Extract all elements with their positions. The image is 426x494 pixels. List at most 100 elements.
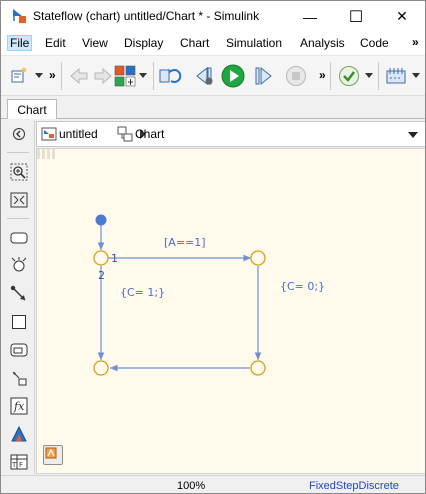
menu-analysis[interactable]: Analysis [300,36,345,50]
menu-bar: File Edit View Display Chart Simulation … [1,32,425,56]
minimize-button[interactable]: — [287,1,333,32]
junction-bottom-right[interactable] [250,360,266,376]
stop-icon [286,66,306,86]
default-transition-dot[interactable] [95,214,107,226]
menu-display[interactable]: Display [124,36,163,50]
close-button[interactable]: ✕ [379,1,425,32]
history-junction-icon [11,257,27,272]
menu-chart[interactable]: Chart [180,36,209,50]
fit-view-button[interactable] [9,190,29,210]
simulink-window: Stateflow (chart) untitled/Chart * - Sim… [0,0,426,494]
toolbar: » » [1,56,425,96]
menu-file[interactable]: File [6,35,33,51]
history-junction-button[interactable] [9,255,29,275]
model-advisor-button[interactable] [337,64,361,88]
maximize-button[interactable]: ☐ [333,1,379,32]
hide-show-button[interactable] [9,124,29,144]
execution-order-1: 1 [111,252,118,265]
menu-overflow-button[interactable]: » [412,35,419,49]
connective-junction-icon [10,343,28,357]
breadcrumb: untitled Chart [36,121,425,147]
zoom-level: 100% [177,480,206,492]
library-browser-icon [114,65,136,87]
new-model-dropdown[interactable] [35,70,43,82]
annotation-tool-icon [12,371,27,386]
truth-table-button[interactable]: T F [9,452,29,472]
menu-view[interactable]: View [82,36,108,50]
solver-link[interactable]: FixedStepDiscrete [309,480,399,492]
function-tool-icon: fx [10,397,28,415]
tab-chart[interactable]: Chart [7,99,57,119]
object-palette: fx T F [1,120,35,474]
back-icon [70,67,88,85]
menu-simulation[interactable]: Simulation [226,36,282,50]
junction-top-left[interactable] [93,250,109,266]
truth-table-icon: T F [10,454,28,470]
junction-bottom-left[interactable] [93,360,109,376]
back-button[interactable] [67,64,91,88]
zoom-in-button[interactable] [9,162,29,182]
update-diagram-button[interactable] [159,64,183,88]
connective-junction-button[interactable] [9,340,29,360]
library-browser-button[interactable] [113,64,137,88]
maximize-icon: ☐ [348,8,364,26]
step-forward-icon [255,66,272,86]
svg-text:fx: fx [13,400,25,413]
step-back-button[interactable] [192,64,216,88]
library-dropdown[interactable] [139,70,147,82]
tab-strip: Chart [1,97,425,119]
toolbar-separator [153,62,154,90]
default-transition-icon [10,285,26,301]
state-tool-icon [10,232,28,244]
window-title: Stateflow (chart) untitled/Chart * - Sim… [33,9,260,23]
svg-text:T: T [11,461,17,469]
status-bar: 100% FixedStepDiscrete [1,475,425,493]
explorer-icon [45,447,57,459]
junction-top-right[interactable] [250,250,266,266]
step-back-icon [196,66,213,86]
execution-order-2: 2 [98,269,105,282]
resize-grip-icon[interactable] [37,149,57,159]
new-model-icon [11,66,28,83]
toolbar-separator [330,62,331,90]
build-dropdown[interactable] [412,70,420,82]
hide-show-icon [13,128,25,140]
run-button[interactable] [221,64,245,88]
simulink-function-button[interactable] [9,424,29,444]
left-action-label[interactable]: {C= 1;} [120,286,165,299]
stop-button[interactable] [284,64,308,88]
chart-canvas[interactable]: [A==1] {C= 1;} {C= 0;} 1 2 [36,148,425,474]
build-icon [386,68,406,84]
box-tool-button[interactable] [9,312,29,332]
fit-view-icon [10,192,28,208]
stateflow-app-icon [13,9,26,23]
close-icon: ✕ [396,8,408,24]
function-tool-button[interactable]: fx [9,396,29,416]
model-advisor-dropdown[interactable] [365,70,373,82]
toolbar-overflow-2[interactable]: » [319,68,326,82]
toolbar-overflow-1[interactable]: » [49,68,56,82]
step-forward-button[interactable] [252,64,276,88]
zoom-in-icon [10,163,28,181]
transition-condition-label[interactable]: [A==1] [164,236,206,249]
right-action-label[interactable]: {C= 0;} [280,280,325,293]
palette-separator [7,218,29,219]
run-icon [221,64,245,88]
toolbar-separator [61,62,62,90]
simulink-function-icon [11,425,27,442]
menu-code[interactable]: Code [360,36,389,50]
build-button[interactable] [384,64,408,88]
forward-button[interactable] [91,64,115,88]
default-transition-button[interactable] [9,284,29,304]
explorer-bar-button[interactable] [43,445,63,465]
new-model-button[interactable] [7,64,31,88]
annotation-tool-button[interactable] [9,368,29,388]
breadcrumb-model[interactable]: untitled [59,127,98,141]
breadcrumb-dropdown-icon[interactable] [407,130,419,140]
model-icon [41,127,57,141]
stateflow-diagram [93,214,266,376]
title-bar: Stateflow (chart) untitled/Chart * - Sim… [1,1,425,32]
breadcrumb-chart[interactable]: Chart [135,127,164,141]
state-tool-button[interactable] [9,228,29,248]
menu-edit[interactable]: Edit [45,36,66,50]
